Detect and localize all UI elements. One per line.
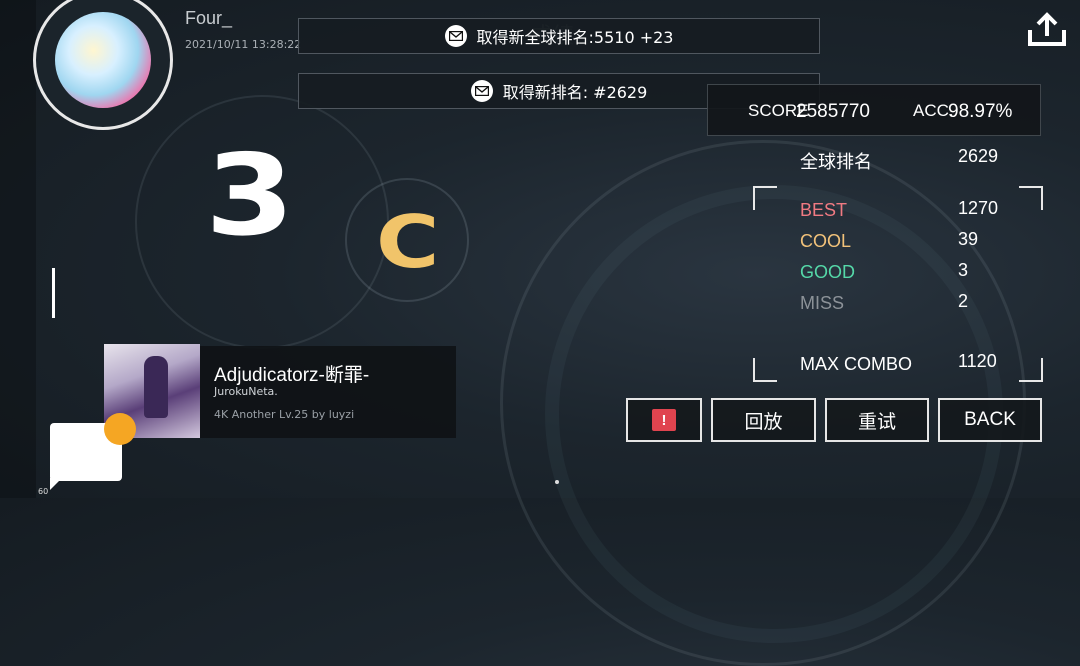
left-edge-shade xyxy=(0,0,36,498)
cool-label: COOL xyxy=(800,231,852,251)
cover-figure xyxy=(144,356,168,418)
floating-orange-dot[interactable] xyxy=(104,413,136,445)
player-name: Four_ xyxy=(185,8,233,28)
bracket-top-right xyxy=(1019,186,1043,210)
bracket-bottom-right xyxy=(1019,358,1043,382)
cool-value: 39 xyxy=(958,229,979,249)
song-card[interactable]: Adjudicatorz-断罪- JurokuNeta. 4K Another … xyxy=(104,344,456,438)
good-label: GOOD xyxy=(800,262,856,282)
retry-button[interactable]: 重试 xyxy=(825,398,929,442)
notice-global-rank-text: 取得新全球排名:5510 +23 xyxy=(476,28,674,47)
score-panel: SCORE 2585770 ACC. 98.97% xyxy=(707,84,1041,136)
page-indicator-dot xyxy=(555,480,559,484)
bracket-bottom-left xyxy=(753,358,777,382)
fps-counter: 60 xyxy=(38,487,49,496)
bracket-top-left xyxy=(753,186,777,210)
song-info: 4K Another Lv.25 by luyzi xyxy=(214,408,355,421)
miss-label: MISS xyxy=(800,293,845,313)
avatar-image xyxy=(55,12,151,108)
max-combo-label: MAX COMBO xyxy=(800,354,913,374)
acc-value: 98.97% xyxy=(948,101,1013,122)
report-button[interactable]: ! xyxy=(626,398,702,442)
best-label: BEST xyxy=(800,200,848,220)
score-value: 2585770 xyxy=(796,101,870,122)
report-icon: ! xyxy=(652,409,676,431)
mail-icon xyxy=(444,25,467,47)
back-button[interactable]: BACK xyxy=(938,398,1042,442)
replay-button[interactable]: 回放 xyxy=(711,398,816,442)
grade-letter: C xyxy=(376,200,440,284)
notice-new-rank-text: 取得新排名: #2629 xyxy=(502,83,648,102)
global-rank-value: 2629 xyxy=(958,146,999,166)
notice-global-rank: 取得新全球排名:5510 +23 xyxy=(298,18,820,54)
rank-digit: 3 xyxy=(205,131,295,261)
play-datetime: 2021/10/11 13:28:22 xyxy=(185,38,302,51)
global-rank-label: 全球排名 xyxy=(800,152,872,172)
best-value: 1270 xyxy=(958,198,999,218)
song-artist: JurokuNeta. xyxy=(214,385,278,398)
max-combo-value: 1120 xyxy=(958,351,997,371)
song-title: Adjudicatorz-断罪- xyxy=(214,365,370,386)
miss-value: 2 xyxy=(958,291,969,311)
good-value: 3 xyxy=(958,260,969,280)
share-icon[interactable] xyxy=(1026,12,1068,48)
avatar[interactable] xyxy=(33,0,173,130)
left-edge-marker xyxy=(52,268,55,318)
mail-icon xyxy=(470,80,493,102)
chat-bubble-tail xyxy=(50,478,62,490)
